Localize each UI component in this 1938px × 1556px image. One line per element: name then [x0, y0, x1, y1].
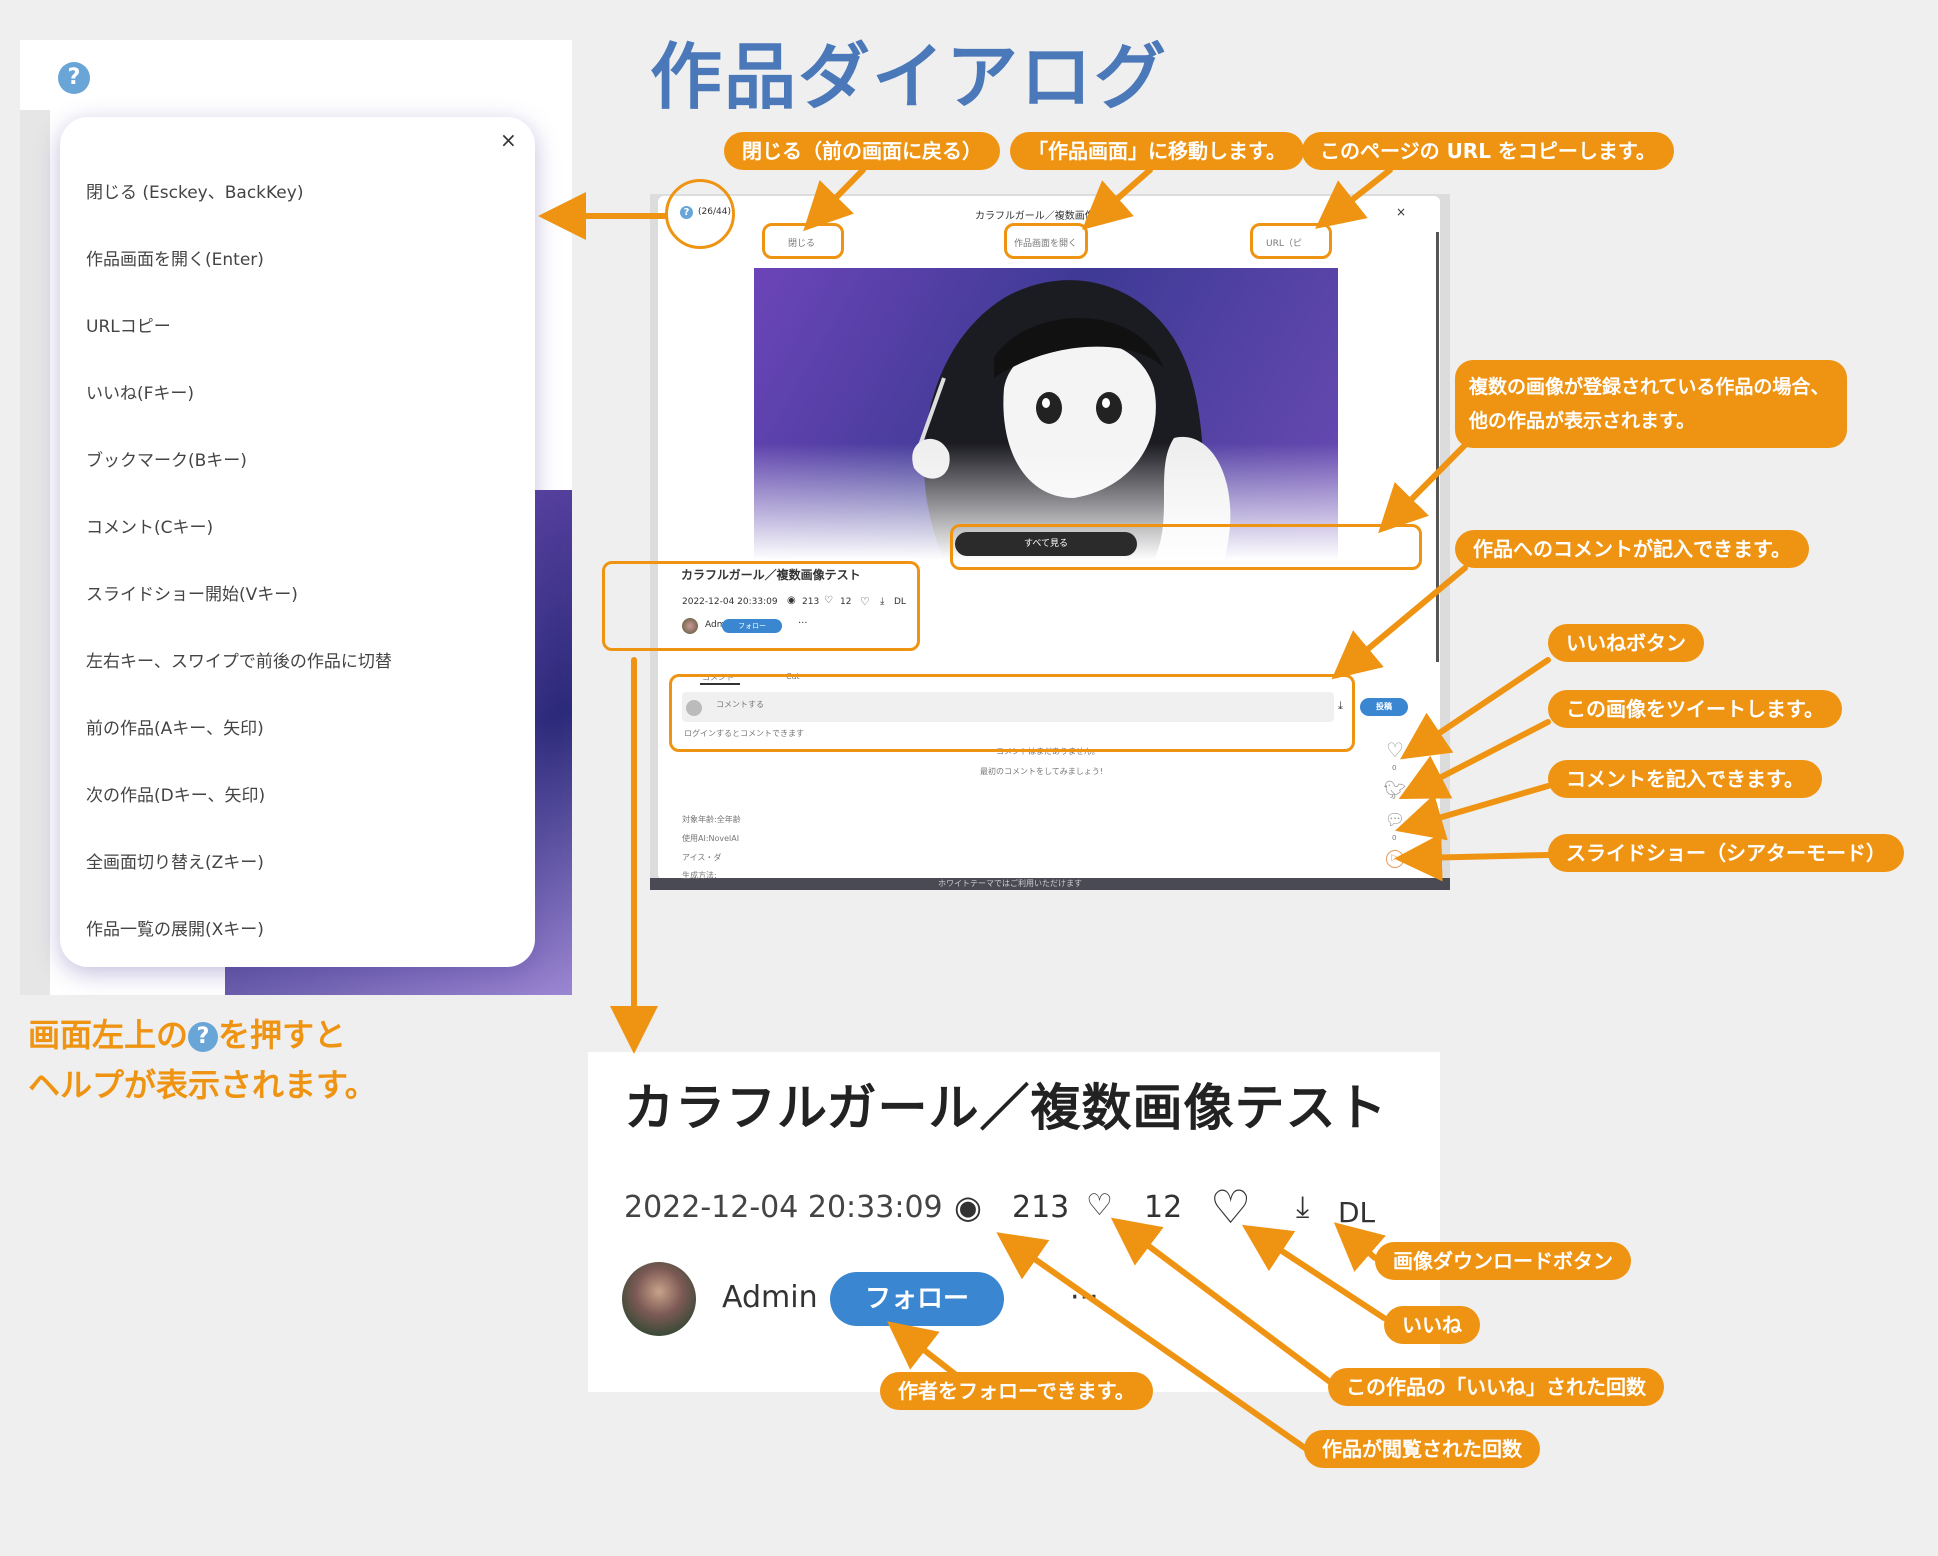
callout-comment: コメントを記入できます。 — [1548, 760, 1822, 798]
callout-views: 作品が閲覧された回数 — [1304, 1430, 1540, 1468]
callout-open: 「作品画面」に移動します。 — [1010, 132, 1304, 170]
callout-multi-image: 複数の画像が登録されている作品の場合、 他の作品が表示されます。 — [1455, 360, 1847, 448]
callout-download: 画像ダウンロードボタン — [1375, 1242, 1631, 1280]
callout-tweet: この画像をツイートします。 — [1548, 690, 1842, 728]
callout-like: いいね — [1384, 1306, 1480, 1344]
callout-follow: 作者をフォローできます。 — [880, 1372, 1153, 1410]
callout-close: 閉じる（前の画面に戻る） — [724, 132, 1000, 170]
callout-like-button: いいねボタン — [1548, 624, 1704, 662]
callout-comment-area: 作品へのコメントが記入できます。 — [1455, 530, 1809, 568]
callout-url: このページの URL をコピーします。 — [1302, 132, 1674, 170]
callout-slideshow: スライドショー（シアターモード） — [1548, 834, 1904, 872]
callout-like-count: この作品の「いいね」された回数 — [1328, 1368, 1664, 1406]
